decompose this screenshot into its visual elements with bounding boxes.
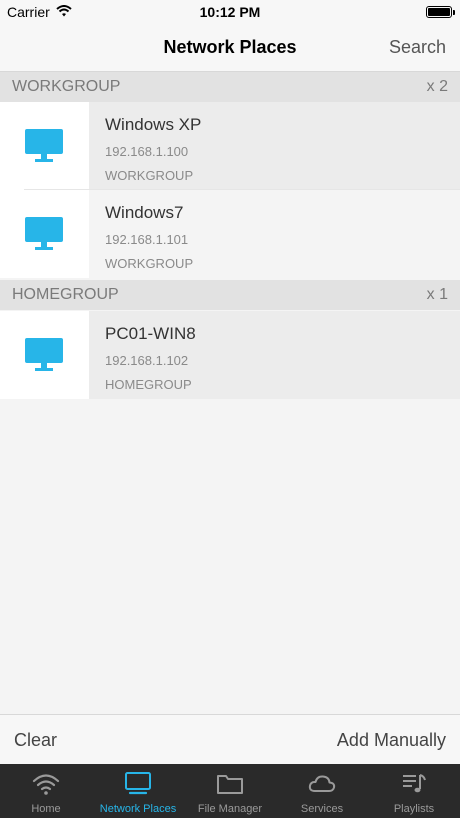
status-bar: Carrier 10:12 PM xyxy=(0,0,460,24)
tab-network-places[interactable]: Network Places xyxy=(92,764,184,818)
add-manually-button[interactable]: Add Manually xyxy=(337,730,446,751)
battery-icon xyxy=(426,6,455,18)
device-ip: 192.168.1.100 xyxy=(105,144,189,159)
device-row-windows7[interactable]: Windows7 192.168.1.101 WORKGROUP xyxy=(0,190,460,278)
tab-label: File Manager xyxy=(197,803,263,815)
playlist-icon xyxy=(403,774,426,793)
tab-label: Services xyxy=(300,803,344,815)
section-title: WORKGROUP xyxy=(12,78,121,95)
section-count: x 1 xyxy=(426,286,448,303)
device-name: Windows XP xyxy=(105,115,202,134)
device-icon-box xyxy=(0,190,89,278)
device-ip: 192.168.1.101 xyxy=(105,232,189,247)
tab-services[interactable]: Services xyxy=(276,764,368,818)
clear-button[interactable]: Clear xyxy=(14,730,57,751)
search-button[interactable]: Search xyxy=(389,37,446,58)
tab-label: Network Places xyxy=(99,803,177,815)
section-header-homegroup: HOMEGROUP x 1 xyxy=(0,280,460,310)
computer-icon xyxy=(125,772,151,795)
tab-home[interactable]: Home xyxy=(0,764,92,818)
computer-icon xyxy=(25,129,63,162)
tab-label: Playlists xyxy=(393,803,435,815)
section-title: HOMEGROUP xyxy=(12,286,119,303)
tab-bar: Home Network Places File Manager Service… xyxy=(0,764,460,818)
computer-icon xyxy=(25,217,63,250)
wifi-icon xyxy=(32,774,60,795)
device-name: PC01-WIN8 xyxy=(105,324,196,343)
device-row-pc01-win8[interactable]: PC01-WIN8 192.168.1.102 HOMEGROUP xyxy=(0,311,460,399)
device-icon-box xyxy=(0,311,89,399)
section-count: x 2 xyxy=(426,78,448,95)
device-icon-box xyxy=(0,102,89,190)
tab-file-manager[interactable]: File Manager xyxy=(184,764,276,818)
device-group: WORKGROUP xyxy=(105,168,194,183)
tab-playlists[interactable]: Playlists xyxy=(368,764,460,818)
navigation-bar: Network Places Search xyxy=(0,24,460,72)
action-bar: Clear Add Manually xyxy=(0,714,460,764)
cloud-icon xyxy=(308,775,336,792)
tab-label: Home xyxy=(31,803,61,815)
device-group: HOMEGROUP xyxy=(105,377,192,392)
status-time: 10:12 PM xyxy=(199,4,261,20)
device-row-windows-xp[interactable]: Windows XP 192.168.1.100 WORKGROUP xyxy=(0,102,460,190)
device-group: WORKGROUP xyxy=(105,256,194,271)
device-ip: 192.168.1.102 xyxy=(105,353,189,368)
folder-icon xyxy=(217,775,243,794)
device-name: Windows7 xyxy=(105,203,184,222)
section-header-workgroup: WORKGROUP x 2 xyxy=(0,72,460,102)
computer-icon xyxy=(25,338,63,371)
